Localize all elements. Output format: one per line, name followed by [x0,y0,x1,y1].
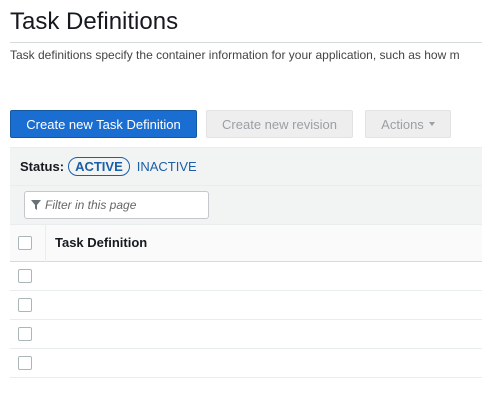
filter-area [10,186,482,225]
actions-label: Actions [381,116,424,132]
status-label: Status: [20,159,65,174]
filter-input[interactable] [45,198,195,212]
row-checkbox[interactable] [18,327,32,341]
actions-dropdown-button[interactable]: Actions [365,110,451,138]
status-inactive-toggle[interactable]: INACTIVE [137,159,197,174]
header-divider [45,225,46,262]
select-all-checkbox[interactable] [18,236,32,250]
table-row[interactable] [10,349,482,378]
task-definitions-panel: Status: ACTIVE INACTIVE Task Definition [10,147,482,378]
table-row[interactable] [10,262,482,291]
create-new-revision-button[interactable]: Create new revision [206,110,353,138]
status-filter-bar: Status: ACTIVE INACTIVE [10,147,482,186]
create-new-revision-label: Create new revision [222,116,337,132]
filter-box[interactable] [24,191,209,219]
title-divider [10,42,482,43]
table-row[interactable] [10,320,482,349]
row-checkbox[interactable] [18,269,32,283]
row-checkbox[interactable] [18,356,32,370]
status-active-toggle[interactable]: ACTIVE [68,157,130,176]
page-description: Task definitions specify the container i… [10,48,460,62]
funnel-icon [31,200,41,210]
row-checkbox[interactable] [18,298,32,312]
table-row[interactable] [10,291,482,320]
caret-down-icon [428,122,435,126]
create-task-definition-label: Create new Task Definition [26,116,181,132]
task-definitions-page: Task Definitions Task definitions specif… [0,0,482,400]
page-title: Task Definitions [10,8,179,35]
create-task-definition-button[interactable]: Create new Task Definition [10,110,197,138]
column-header-task-definition[interactable]: Task Definition [55,235,147,250]
table-header: Task Definition [10,225,482,262]
